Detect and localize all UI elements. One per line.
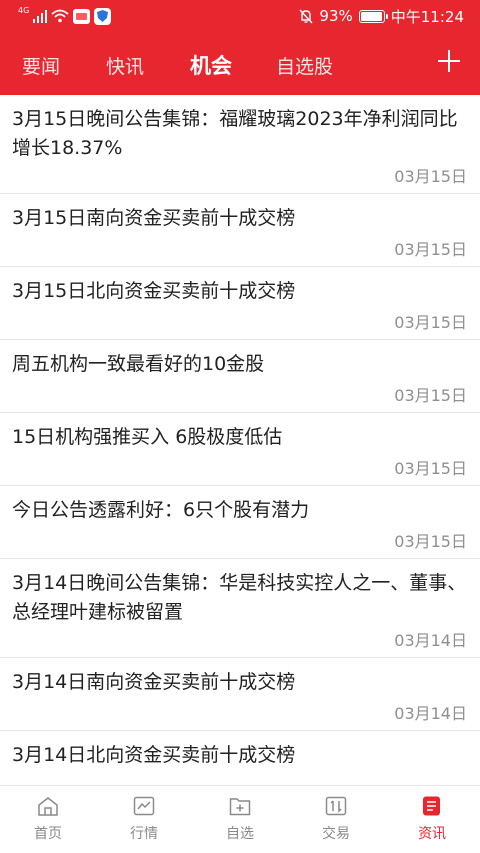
news-title: 今日公告透露利好：6只个股有潜力 xyxy=(12,499,310,521)
status-bar: 4G 93% 中午11:24 xyxy=(0,0,480,32)
bottom-nav: 首页 行情 自选 交易 资讯 xyxy=(0,785,480,853)
app-notification-icon xyxy=(73,8,91,24)
news-date: 03月14日 xyxy=(394,631,467,650)
nav-market[interactable]: 行情 xyxy=(114,796,174,843)
wifi-icon xyxy=(51,9,69,23)
news-item[interactable]: 3月15日晚间公告集锦：福耀玻璃2023年净利润同比增长18.37% 03月15… xyxy=(0,95,480,194)
nav-watchlist-label: 自选 xyxy=(226,826,254,842)
news-date: 03月15日 xyxy=(394,167,467,186)
nav-watchlist[interactable]: 自选 xyxy=(210,796,270,843)
news-item[interactable]: 3月14日北向资金买卖前十成交榜 xyxy=(0,731,480,785)
news-date: 03月15日 xyxy=(394,313,467,332)
home-icon xyxy=(38,797,58,816)
news-title: 3月15日晚间公告集锦：福耀玻璃2023年净利润同比增长18.37% xyxy=(12,108,458,159)
trade-icon xyxy=(325,796,347,816)
news-item[interactable]: 今日公告透露利好：6只个股有潜力 03月15日 xyxy=(0,486,480,559)
news-item[interactable]: 3月15日北向资金买卖前十成交榜 03月15日 xyxy=(0,267,480,340)
news-list: 3月15日晚间公告集锦：福耀玻璃2023年净利润同比增长18.37% 03月15… xyxy=(0,95,480,785)
add-tab-plus-icon[interactable] xyxy=(438,50,460,72)
news-item[interactable]: 3月15日南向资金买卖前十成交榜 03月15日 xyxy=(0,194,480,267)
news-title: 3月14日南向资金买卖前十成交榜 xyxy=(12,671,296,693)
battery-icon xyxy=(358,9,388,23)
news-title: 15日机构强推买入 6股极度低估 xyxy=(12,426,283,448)
news-date: 03月15日 xyxy=(394,532,467,551)
status-right: 93% 中午11:24 xyxy=(299,6,464,26)
news-item[interactable]: 15日机构强推买入 6股极度低估 03月15日 xyxy=(0,413,480,486)
news-item[interactable]: 3月14日南向资金买卖前十成交榜 03月14日 xyxy=(0,658,480,731)
news-item[interactable]: 3月14日晚间公告集锦：华是科技实控人之一、董事、总经理叶建标被留置 03月14… xyxy=(0,559,480,658)
top-header: 4G 93% 中午11:24 要闻 快讯 机会 自选股 xyxy=(0,0,480,95)
shield-icon xyxy=(94,7,112,25)
news-item[interactable]: 周五机构一致最看好的10金股 03月15日 xyxy=(0,340,480,413)
nav-trade[interactable]: 交易 xyxy=(306,796,366,843)
tab-kuaixun[interactable]: 快讯 xyxy=(106,52,144,79)
network-type-label: 4G xyxy=(18,5,30,15)
market-chart-icon xyxy=(133,796,155,816)
signal-icon xyxy=(33,9,48,23)
news-title: 3月15日北向资金买卖前十成交榜 xyxy=(12,280,296,302)
nav-home-label: 首页 xyxy=(34,826,62,842)
news-icon xyxy=(423,796,440,816)
nav-market-label: 行情 xyxy=(130,826,158,842)
news-date: 03月14日 xyxy=(394,704,467,723)
nav-trade-label: 交易 xyxy=(322,826,350,842)
nav-home[interactable]: 首页 xyxy=(18,796,78,843)
nav-news[interactable]: 资讯 xyxy=(402,796,462,843)
status-left: 4G xyxy=(18,5,112,26)
news-title: 3月15日南向资金买卖前十成交榜 xyxy=(12,207,296,229)
channel-tabs: 要闻 快讯 机会 自选股 xyxy=(0,38,480,92)
watchlist-folder-icon xyxy=(229,798,251,816)
news-date: 03月15日 xyxy=(394,386,467,405)
news-title: 周五机构一致最看好的10金股 xyxy=(12,353,265,375)
news-title: 3月14日晚间公告集锦：华是科技实控人之一、董事、总经理叶建标被留置 xyxy=(12,572,467,623)
clock: 中午11:24 xyxy=(390,7,464,26)
nav-news-label: 资讯 xyxy=(418,826,446,842)
mute-bell-icon xyxy=(299,9,313,23)
tab-zixuangu[interactable]: 自选股 xyxy=(276,52,333,79)
tab-yaowen[interactable]: 要闻 xyxy=(22,52,60,79)
news-date: 03月15日 xyxy=(394,459,467,478)
battery-percent: 93% xyxy=(319,7,353,25)
news-date: 03月15日 xyxy=(394,240,467,259)
news-title: 3月14日北向资金买卖前十成交榜 xyxy=(12,744,296,766)
tab-jihui[interactable]: 机会 xyxy=(190,50,232,80)
